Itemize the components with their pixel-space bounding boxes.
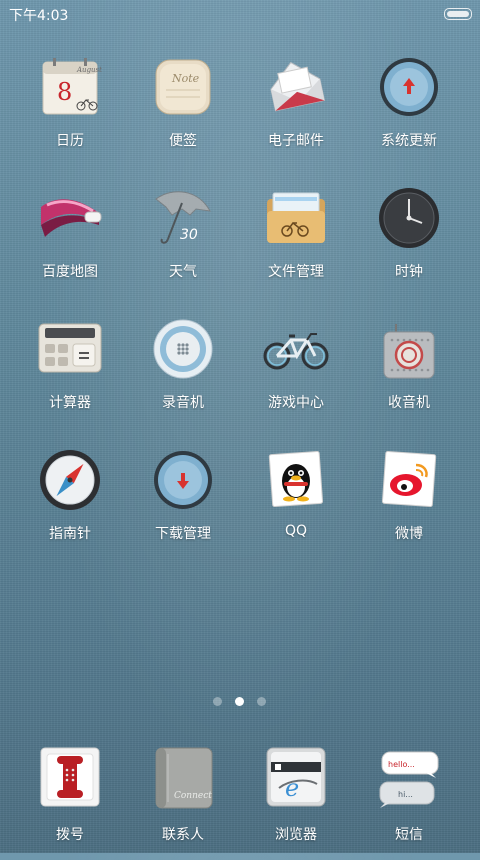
app-calculator[interactable]: 计算器 [10,312,130,432]
weather-umbrella-icon: 30 [155,191,211,244]
app-label: 便签 [169,133,197,149]
messages-icon: hello... hi... [379,751,439,808]
message-bubble-2: hi... [398,790,413,799]
app-qq[interactable]: QQ [236,443,356,563]
browser-icon: e [266,747,326,807]
app-baidu-map[interactable]: 百度地图 [10,181,130,301]
notes-icon: Note [155,59,211,115]
app-label: 文件管理 [268,264,324,280]
dock-app-messages[interactable]: hello... hi... 短信 [349,740,469,860]
dock-app-contacts[interactable]: Connect 联系人 [123,740,243,860]
clock-icon [379,188,439,248]
app-label: 时钟 [395,264,423,280]
download-manager-icon [154,451,212,509]
app-label: 短信 [395,827,423,843]
battery-icon [444,8,472,20]
app-system-update[interactable]: 系统更新 [349,50,469,170]
dock: 拨号 Connect 联系人 e 浏览器 hello... hi... 短信 [0,740,480,850]
dock-app-dialer[interactable]: 拨号 [10,740,130,860]
system-update-icon [380,58,438,116]
calculator-icon [38,323,102,373]
bicycle-game-center-icon [263,333,329,370]
app-game-center[interactable]: 游戏中心 [236,312,356,432]
app-label: 游戏中心 [268,395,324,411]
app-label: 计算器 [49,395,91,411]
app-weibo[interactable]: 微博 [349,443,469,563]
file-manager-icon [267,192,325,243]
app-download-manager[interactable]: 下载管理 [123,443,243,563]
app-label: 收音机 [388,395,430,411]
svg-text:e: e [285,774,299,802]
app-label: 系统更新 [381,133,437,149]
recorder-icon [153,319,213,379]
page-indicator [0,697,480,709]
radio-icon [383,324,435,379]
status-bar: 下午4:03 [0,0,480,28]
email-icon [270,61,325,112]
contacts-cover-text: Connect [174,791,212,801]
phone-dialer-icon [40,747,100,807]
app-label: 指南针 [49,526,91,542]
status-time: 下午4:03 [9,8,69,24]
weather-temperature: 30 [180,227,198,243]
app-label: 天气 [169,264,197,280]
app-compass[interactable]: 指南针 [10,443,130,563]
app-label: 百度地图 [42,264,98,280]
calendar-day: 8 [57,78,72,106]
app-label: 录音机 [162,395,204,411]
app-label: 拨号 [56,827,84,843]
contacts-icon: Connect [155,747,213,809]
qq-penguin-icon [268,450,324,508]
baidu-map-icon [41,199,102,237]
app-label: 浏览器 [275,827,317,843]
app-weather[interactable]: 30 天气 [123,181,243,301]
note-title: Note [171,72,200,85]
app-file-manager[interactable]: 文件管理 [236,181,356,301]
app-notes[interactable]: Note 便签 [123,50,243,170]
app-calendar[interactable]: August 8 日历 [10,50,130,170]
app-label: 电子邮件 [268,133,324,149]
app-radio[interactable]: 收音机 [349,312,469,432]
calendar-month: August [76,66,102,74]
app-label: 联系人 [162,827,204,843]
app-label: 下载管理 [155,526,211,542]
compass-icon [40,450,100,510]
app-label: 微博 [395,526,423,542]
calendar-icon: August 8 [42,58,102,115]
app-recorder[interactable]: 录音机 [123,312,243,432]
page-dot[interactable] [257,697,266,706]
dock-app-browser[interactable]: e 浏览器 [236,740,356,860]
app-label: QQ [284,523,308,539]
app-clock[interactable]: 时钟 [349,181,469,301]
page-dot-active[interactable] [235,697,244,706]
app-email[interactable]: 电子邮件 [236,50,356,170]
page-dot[interactable] [213,697,222,706]
weibo-icon [381,450,437,508]
message-bubble-1: hello... [388,760,415,769]
app-label: 日历 [56,133,84,149]
